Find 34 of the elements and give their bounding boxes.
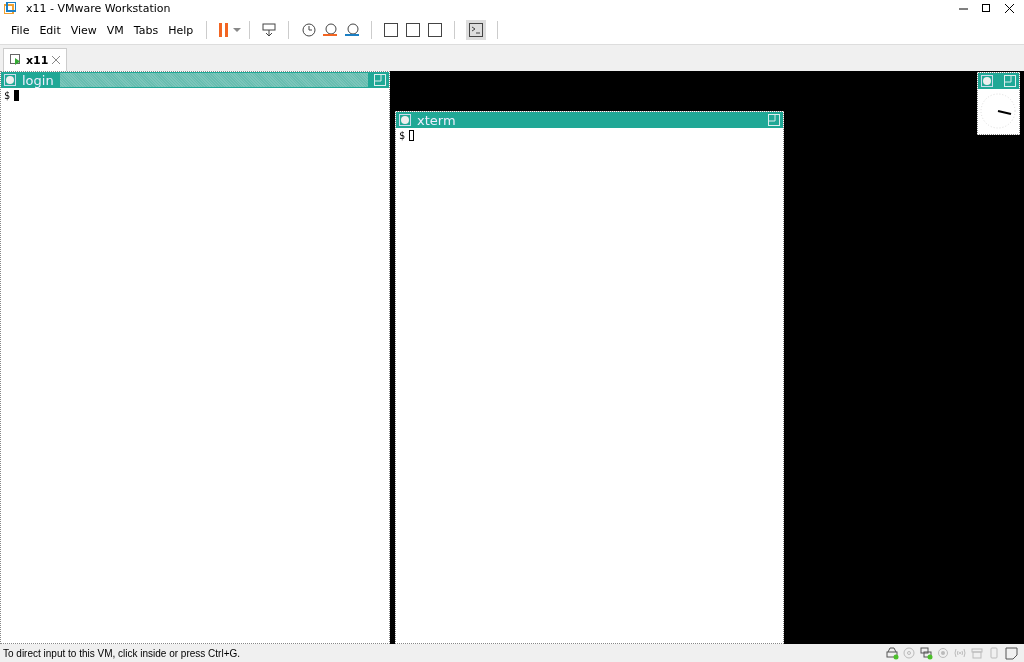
hard-disk-icon[interactable]	[886, 647, 899, 660]
menu-item[interactable]: Edit	[34, 20, 66, 40]
menu-item[interactable]: Tabs	[128, 20, 164, 40]
split-icon[interactable]	[383, 22, 400, 38]
status-message: To direct input to this VM, click inside or press Ctrl+G.	[3, 648, 241, 659]
menu-item[interactable]: VM	[101, 20, 129, 40]
window-menu-icon[interactable]	[4, 74, 16, 86]
snapshot-icon[interactable]	[300, 22, 317, 38]
menu-item[interactable]: Help	[163, 20, 199, 40]
window-title: xterm	[417, 112, 456, 128]
shell-prompt: $	[399, 130, 406, 141]
network-icon[interactable]	[920, 647, 933, 660]
send-keys-icon[interactable]	[261, 22, 278, 38]
maximize-icon[interactable]	[982, 3, 991, 13]
window-menu-icon[interactable]	[399, 114, 411, 126]
vm-icon	[10, 54, 22, 66]
shell-prompt: $	[4, 90, 11, 101]
window-menu-icon[interactable]	[981, 75, 993, 87]
menu-item[interactable]: View	[65, 20, 102, 40]
caret-icon[interactable]	[233, 27, 242, 33]
window-title: x11 - VMware Workstation	[26, 1, 171, 15]
snapshot-manager-icon[interactable]	[344, 22, 361, 38]
close-icon[interactable]	[1005, 3, 1014, 13]
note-icon[interactable]	[1005, 647, 1018, 660]
menu-item[interactable]: File	[6, 20, 35, 40]
fullscreen-icon[interactable]	[427, 22, 444, 38]
revert-snapshot-icon[interactable]	[322, 22, 339, 38]
vm-display[interactable]: login $ xterm $	[0, 71, 1024, 644]
bottom-panel-icon[interactable]	[405, 22, 422, 38]
window-title: login	[22, 72, 54, 88]
console-icon[interactable]	[466, 20, 487, 40]
vm-tab[interactable]: x11	[3, 48, 68, 71]
app-logo-icon	[4, 2, 16, 14]
pause-icon[interactable]	[218, 23, 231, 37]
